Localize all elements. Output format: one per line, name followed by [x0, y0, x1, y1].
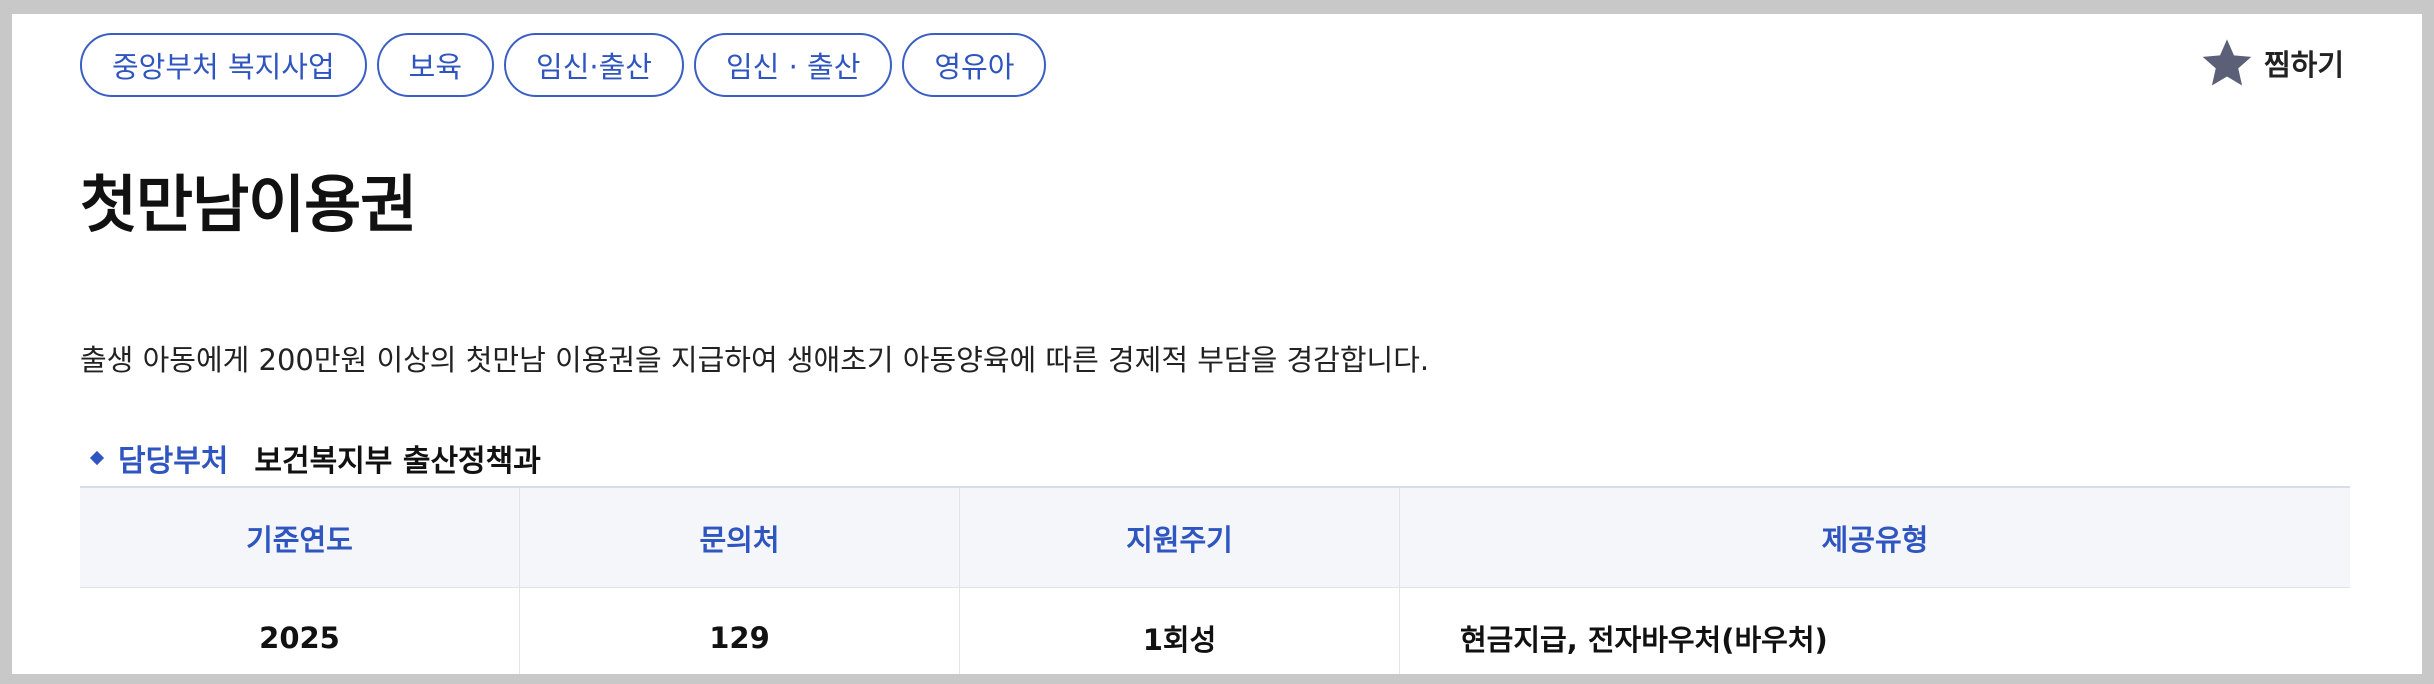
tag-childcare[interactable]: 보육	[376, 33, 495, 97]
header-contact: 문의처	[520, 488, 960, 587]
header-year: 기준연도	[80, 488, 520, 587]
cell-cycle: 1회성	[960, 588, 1400, 674]
department-value: 보건복지부 출산정책과	[254, 444, 541, 479]
category-tags: 중앙부처 복지사업 보육 임신·출산 임신 · 출산 영유아	[80, 33, 1047, 97]
info-table: 기준연도 문의처 지원주기 제공유형 2025 129 1회성 현금지급, 전자…	[80, 486, 2350, 674]
page-title: 첫만남이용권	[80, 168, 417, 241]
header-cycle: 지원주기	[960, 488, 1400, 587]
star-icon	[2202, 39, 2252, 86]
diamond-bullet-icon	[89, 450, 105, 466]
cell-type: 현금지급, 전자바우처(바우처)	[1460, 623, 1828, 657]
service-detail-card: 중앙부처 복지사업 보육 임신·출산 임신 · 출산 영유아 찜하기 첫만남이용…	[12, 14, 2422, 674]
wishlist-label: 찜하기	[2263, 48, 2344, 82]
department-label: 담당부처	[118, 444, 229, 479]
header-type: 제공유형	[1821, 522, 1929, 557]
cell-year: 2025	[80, 588, 520, 674]
tag-pregnancy-birth-alt[interactable]: 임신 · 출산	[694, 33, 893, 97]
cell-contact: 129	[520, 588, 960, 674]
tag-infant[interactable]: 영유아	[902, 33, 1047, 97]
tag-central-welfare[interactable]: 중앙부처 복지사업	[80, 33, 367, 97]
table-header: 기준연도 문의처 지원주기 제공유형	[80, 488, 2350, 588]
tag-pregnancy-birth[interactable]: 임신·출산	[504, 33, 684, 97]
table-row: 2025 129 1회성 현금지급, 전자바우처(바우처)	[80, 588, 2350, 674]
service-description: 출생 아동에게 200만원 이상의 첫만남 이용권을 지급하여 생애초기 아동양…	[80, 343, 1430, 377]
wishlist-button[interactable]: 찜하기	[2200, 36, 2344, 90]
department-info: 담당부처 보건복지부 출산정책과	[80, 436, 541, 480]
